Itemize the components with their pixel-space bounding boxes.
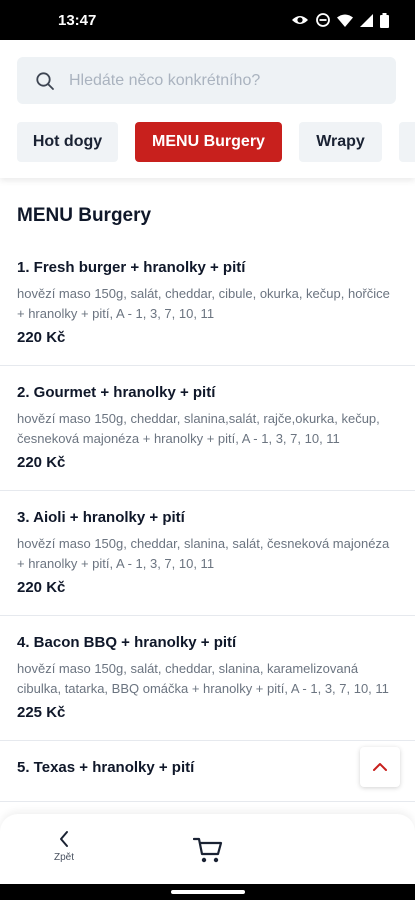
item-price: 220 Kč [17,579,66,596]
search-bar[interactable] [17,57,396,104]
section-title: MENU Burgery [17,205,152,226]
bottom-bar: Zpět [0,814,415,884]
tab-hot-dogy[interactable]: Hot dogy [17,122,118,162]
item-name: 3. Aioli + hranolky + pití [17,509,185,526]
item-price: 220 Kč [17,454,66,471]
menu-item[interactable]: 5. Texas + hranolky + pití [0,741,415,802]
item-name: 4. Bacon BBQ + hranolky + pití [17,634,237,651]
scroll-to-top-button[interactable] [360,747,400,787]
item-price: 225 Kč [17,704,66,721]
signal-icon [360,13,373,27]
item-description: hovězí maso 150g, salát, cheddar, cibule… [17,286,390,321]
back-label: Zpět [53,852,74,863]
item-name: 5. Texas + hranolky + pití [17,759,195,776]
cart-icon [193,837,223,863]
search-icon [36,71,54,90]
tab-menu-burgery[interactable]: MENU Burgery [135,122,282,162]
menu-item[interactable]: 2. Gourmet + hranolky + pití hovězí maso… [0,366,415,491]
tab-next-partial[interactable] [399,122,415,162]
chevron-up-icon [373,763,387,771]
search-input[interactable] [69,71,369,90]
item-name: 2. Gourmet + hranolky + pití [17,384,216,401]
cart-button[interactable] [192,834,224,866]
eye-icon [292,16,308,24]
item-price: 220 Kč [17,329,66,346]
dnd-icon [316,13,330,27]
menu-item[interactable]: 3. Aioli + hranolky + pití hovězí maso 1… [0,491,415,616]
tab-wrapy[interactable]: Wrapy [299,122,382,162]
menu-list: 1. Fresh burger + hranolky + pití hovězí… [0,241,415,802]
home-indicator[interactable] [171,890,245,894]
back-button[interactable]: Zpět [44,830,84,874]
item-description: hovězí maso 150g, cheddar, slanina,salát… [17,411,380,446]
wifi-icon [337,14,353,27]
chevron-left-icon [60,831,68,847]
menu-content: MENU Burgery 1. Fresh burger + hranolky … [0,178,415,814]
item-name: 1. Fresh burger + hranolky + pití [17,259,246,276]
status-icons [291,12,389,28]
system-navigation-bar [0,884,415,900]
header: Hot dogy MENU Burgery Wrapy [0,40,415,178]
category-tabs: Hot dogy MENU Burgery Wrapy [17,122,415,162]
menu-item[interactable]: 1. Fresh burger + hranolky + pití hovězí… [0,241,415,366]
menu-item[interactable]: 4. Bacon BBQ + hranolky + pití hovězí ma… [0,616,415,741]
status-time: 13:47 [58,11,97,29]
battery-icon [380,12,389,28]
status-bar: 13:47 [0,0,415,40]
item-description: hovězí maso 150g, cheddar, slanina, salá… [17,536,390,571]
item-description: hovězí maso 150g, salát, cheddar, slanin… [17,661,389,696]
